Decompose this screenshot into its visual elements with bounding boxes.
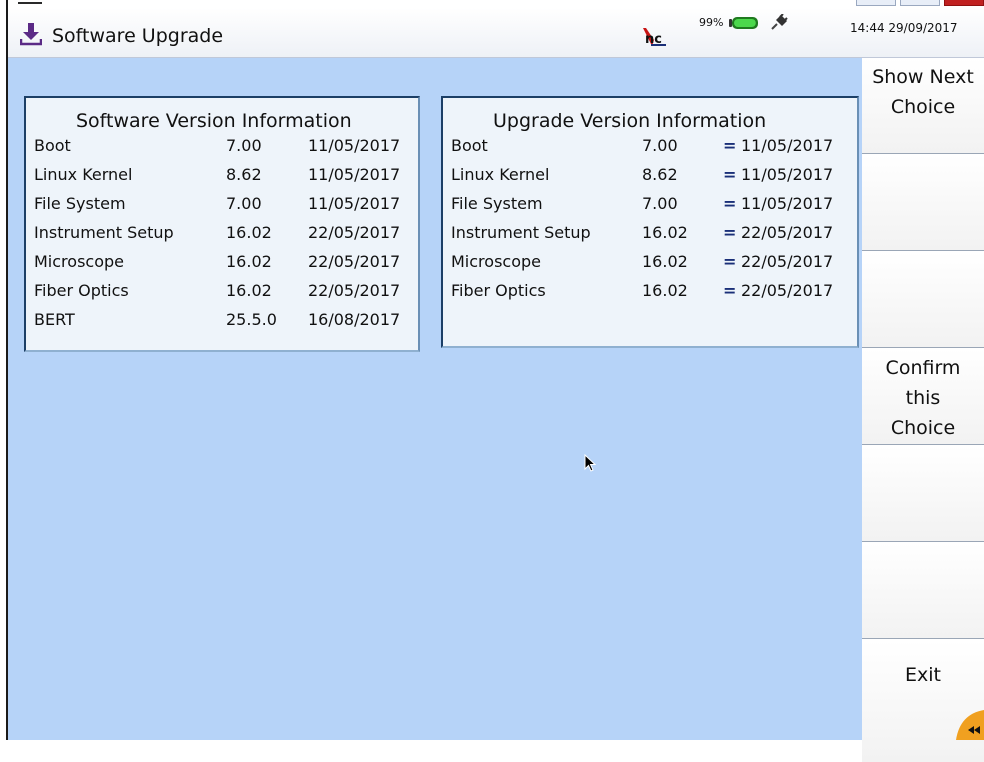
equal-marker: = xyxy=(723,223,737,242)
component-name: File System xyxy=(451,194,543,213)
component-version: 16.02 xyxy=(226,223,272,242)
side-menu: Show Next Choice Confirm this Choice Exit xyxy=(862,58,984,762)
mouse-cursor-icon xyxy=(584,454,597,472)
component-name: Fiber Optics xyxy=(34,281,129,300)
component-date: 11/05/2017 xyxy=(741,194,834,213)
battery-percent: 99% xyxy=(699,16,724,29)
component-name: BERT xyxy=(34,310,75,329)
version-row: Instrument Setup 16.02 22/05/2017 xyxy=(26,223,418,252)
version-row: File System 7.00 11/05/2017 xyxy=(26,194,418,223)
main-content: Software Version Information Boot 7.00 11/… xyxy=(8,58,862,740)
component-version: 7.00 xyxy=(642,194,678,213)
component-version: 7.00 xyxy=(226,136,262,155)
version-row: Instrument Setup 16.02 = 22/05/2017 xyxy=(443,223,857,252)
window-menu-dash xyxy=(18,2,42,4)
window-minimize-button[interactable] xyxy=(856,0,896,6)
equal-marker: = xyxy=(723,252,737,271)
component-version: 16.02 xyxy=(226,252,272,271)
exit-button[interactable]: Exit xyxy=(862,640,984,762)
battery-icon xyxy=(729,17,758,29)
show-next-choice-button[interactable]: Show Next Choice xyxy=(862,58,984,154)
component-version: 16.02 xyxy=(226,281,272,300)
equal-marker: = xyxy=(723,281,737,300)
component-name: Linux Kernel xyxy=(34,165,133,184)
confirm-choice-button[interactable]: Confirm this Choice xyxy=(862,349,984,445)
title-bar: Software Upgrade nc 99% 14:44 29/09/2017 xyxy=(8,8,984,58)
component-version: 7.00 xyxy=(226,194,262,213)
component-version: 16.02 xyxy=(642,252,688,271)
window-maximize-button[interactable] xyxy=(900,0,940,6)
side-button-3[interactable] xyxy=(862,252,984,348)
upgrade-version-panel: Upgrade Version Information Boot 7.00 = 11/… xyxy=(441,96,859,348)
version-row: File System 7.00 = 11/05/2017 xyxy=(443,194,857,223)
version-row: Linux Kernel 8.62 11/05/2017 xyxy=(26,165,418,194)
component-date: 11/05/2017 xyxy=(308,165,401,184)
window-frame-left xyxy=(0,0,8,740)
download-icon xyxy=(20,23,42,46)
component-version: 25.5.0 xyxy=(226,310,277,329)
component-date: 22/05/2017 xyxy=(741,223,834,242)
component-name: File System xyxy=(34,194,126,213)
equal-marker: = xyxy=(723,165,737,184)
component-date: 11/05/2017 xyxy=(308,194,401,213)
equal-marker: = xyxy=(723,194,737,213)
equal-marker: = xyxy=(723,136,737,155)
software-version-panel: Software Version Information Boot 7.00 11/… xyxy=(24,96,420,352)
version-row: Microscope 16.02 = 22/05/2017 xyxy=(443,252,857,281)
page-title: Software Upgrade xyxy=(52,25,224,47)
component-version: 16.02 xyxy=(642,223,688,242)
component-name: Boot xyxy=(451,136,488,155)
side-button-6[interactable] xyxy=(862,543,984,639)
window-frame-top xyxy=(8,0,984,8)
component-name: Linux Kernel xyxy=(451,165,550,184)
component-date: 22/05/2017 xyxy=(308,223,401,242)
collapse-arrows-icon[interactable] xyxy=(954,704,984,740)
component-version: 8.62 xyxy=(226,165,262,184)
component-date: 22/05/2017 xyxy=(308,252,401,271)
component-date: 22/05/2017 xyxy=(741,252,834,271)
panel-title: Upgrade Version Information xyxy=(493,110,767,132)
component-name: Instrument Setup xyxy=(451,223,591,242)
component-date: 22/05/2017 xyxy=(308,281,401,300)
component-version: 16.02 xyxy=(642,281,688,300)
version-row: Fiber Optics 16.02 = 22/05/2017 xyxy=(443,281,857,310)
version-row: Boot 7.00 11/05/2017 xyxy=(26,136,418,165)
component-version: 7.00 xyxy=(642,136,678,155)
side-button-5[interactable] xyxy=(862,446,984,542)
component-date: 11/05/2017 xyxy=(741,165,834,184)
side-button-2[interactable] xyxy=(862,155,984,251)
version-row: BERT 25.5.0 16/08/2017 xyxy=(26,310,418,339)
component-date: 16/08/2017 xyxy=(308,310,401,329)
version-row: Microscope 16.02 22/05/2017 xyxy=(26,252,418,281)
component-date: 11/05/2017 xyxy=(741,136,834,155)
component-date: 22/05/2017 xyxy=(741,281,834,300)
component-name: Instrument Setup xyxy=(34,223,174,242)
component-version: 8.62 xyxy=(642,165,678,184)
component-name: Microscope xyxy=(451,252,541,271)
version-row: Fiber Optics 16.02 22/05/2017 xyxy=(26,281,418,310)
component-name: Microscope xyxy=(34,252,124,271)
brand-logo-icon: nc xyxy=(643,28,666,47)
component-name: Fiber Optics xyxy=(451,281,546,300)
clock: 14:44 29/09/2017 xyxy=(850,21,958,35)
power-plug-icon xyxy=(771,14,788,30)
window-close-button[interactable] xyxy=(944,0,984,6)
component-name: Boot xyxy=(34,136,71,155)
panel-title: Software Version Information xyxy=(76,110,352,132)
component-date: 11/05/2017 xyxy=(308,136,401,155)
version-row: Boot 7.00 = 11/05/2017 xyxy=(443,136,857,165)
version-row: Linux Kernel 8.62 = 11/05/2017 xyxy=(443,165,857,194)
